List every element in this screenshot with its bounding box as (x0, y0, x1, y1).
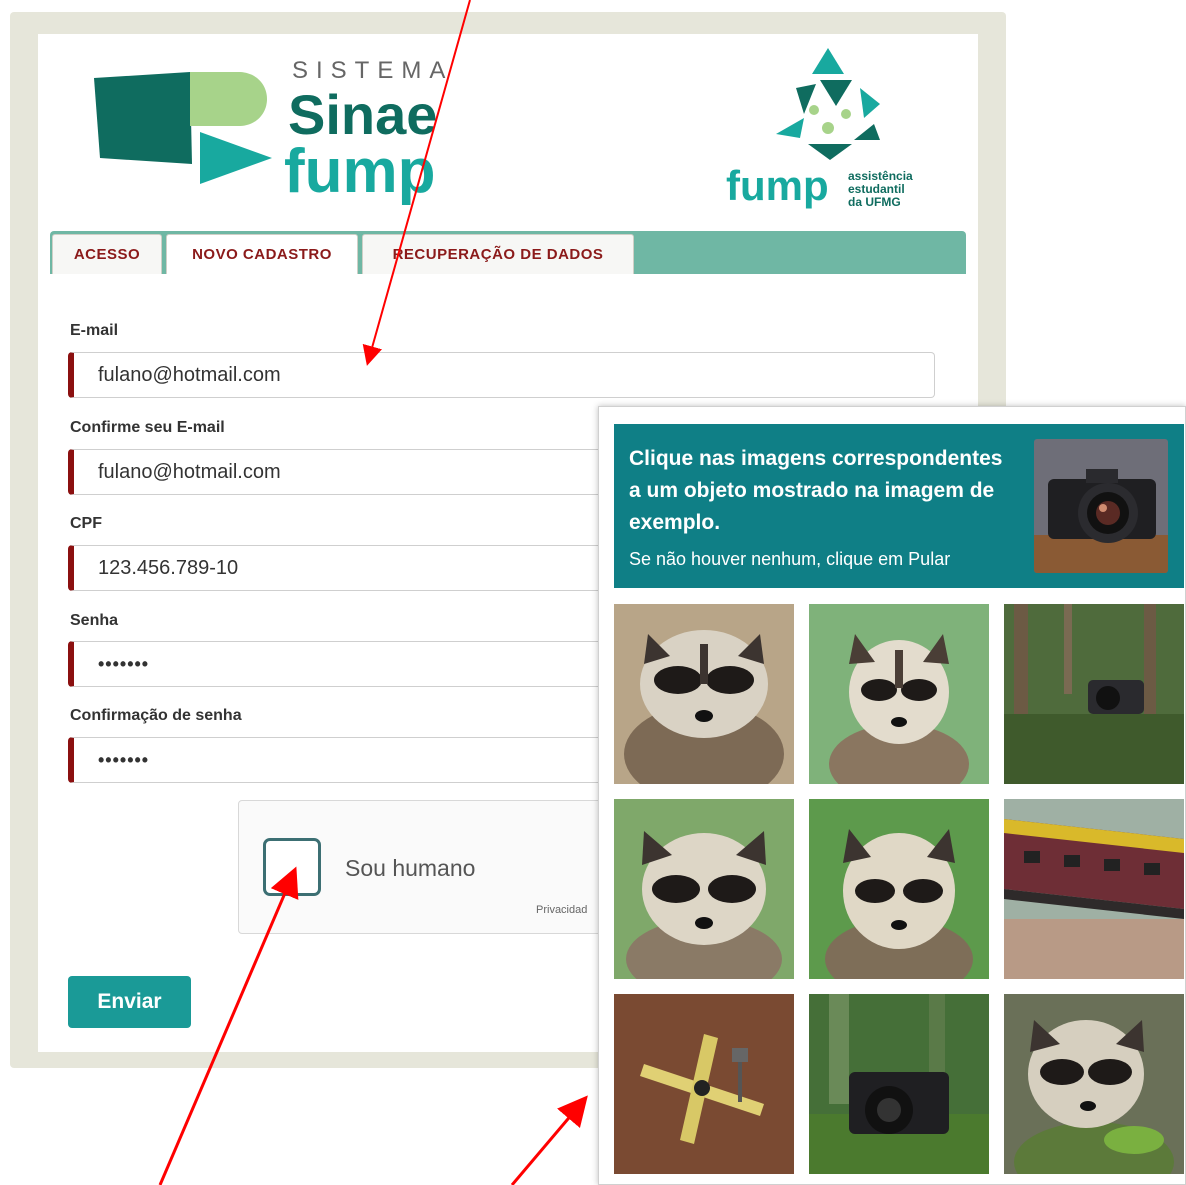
fump-org-logo: fump assistência estudantil da UFMG (726, 48, 913, 209)
challenge-subtitle: Se não houver nenhum, clique em Pular (629, 549, 951, 569)
camera-icon (1004, 604, 1184, 784)
challenge-tile-2[interactable] (809, 604, 989, 784)
sinae-fump-logo: SISTEMA Sinae fump (94, 57, 453, 206)
raccoon-icon (809, 604, 989, 784)
org-line-1: assistência (848, 169, 913, 183)
arrow-to-challenge (510, 1095, 588, 1185)
challenge-tile-4[interactable] (614, 799, 794, 979)
password-confirm-label: Confirmação de senha (70, 707, 242, 724)
challenge-tile-7[interactable] (614, 994, 794, 1174)
camera-icon (809, 994, 989, 1174)
raccoon-icon (1004, 994, 1184, 1174)
challenge-example-image (1034, 439, 1168, 573)
challenge-tile-3[interactable] (1004, 604, 1184, 784)
raccoon-icon (614, 799, 794, 979)
captcha-label: Sou humano (345, 855, 476, 881)
challenge-tile-8[interactable] (809, 994, 989, 1174)
org-line-2: estudantil (848, 182, 905, 196)
challenge-tile-5[interactable] (809, 799, 989, 979)
captcha-privacy-link[interactable]: Privacidad (536, 904, 587, 916)
email-field[interactable]: fulano@hotmail.com (68, 352, 935, 398)
camera-icon (1034, 439, 1168, 573)
raccoon-icon (809, 799, 989, 979)
tab-acesso[interactable]: ACESSO (52, 234, 162, 274)
challenge-tile-6[interactable] (1004, 799, 1184, 979)
challenge-tile-9[interactable] (1004, 994, 1184, 1174)
org-line-3: da UFMG (848, 195, 901, 209)
sistema-text: SISTEMA (292, 57, 453, 84)
train-icon (1004, 799, 1184, 979)
submit-button[interactable]: Enviar (68, 976, 191, 1028)
challenge-tile-1[interactable] (614, 604, 794, 784)
email-label: E-mail (70, 322, 119, 339)
cpf-label: CPF (70, 515, 102, 532)
tab-recuperacao-de-dados[interactable]: RECUPERAÇÃO DE DADOS (362, 234, 634, 274)
raccoon-icon (614, 604, 794, 784)
tab-novo-cadastro[interactable]: NOVO CADASTRO (166, 234, 358, 274)
email-confirm-label: Confirme seu E-mail (70, 419, 225, 436)
challenge-title: Clique nas imagens correspondentes a um … (629, 447, 1003, 534)
captcha-checkbox[interactable] (263, 838, 321, 896)
password-label: Senha (70, 612, 119, 629)
fump-text: fump (284, 137, 436, 206)
airplane-icon (614, 994, 794, 1174)
fump-org-text: fump (726, 162, 829, 209)
